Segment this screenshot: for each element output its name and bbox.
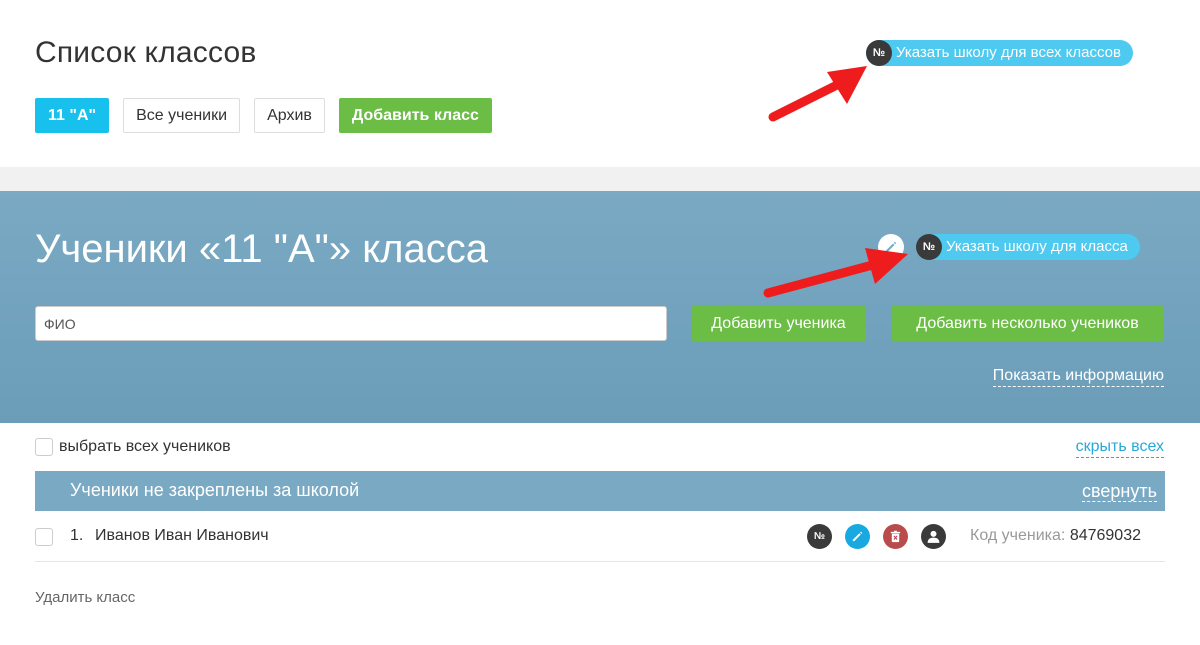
assign-school-student-button[interactable]: № <box>807 524 832 549</box>
user-icon <box>927 530 940 543</box>
student-code-value: 84769032 <box>1069 527 1141 544</box>
number-sign-icon: № <box>813 531 826 542</box>
student-profile-button[interactable] <box>921 524 946 549</box>
unassigned-group-header: Ученики не закреплены за школой свернуть <box>35 471 1165 511</box>
class-students-card: Ученики «11 "А"» класса № Указать школу … <box>0 191 1200 645</box>
class-list-card: Список классов 11 "А" Все ученики Архив … <box>0 0 1200 167</box>
add-multiple-students-button[interactable]: Добавить несколько учеников <box>891 306 1164 341</box>
class-tabs: 11 "А" Все ученики Архив Добавить класс <box>35 98 506 133</box>
tab-all-students[interactable]: Все ученики <box>123 98 241 133</box>
collapse-group-link[interactable]: свернуть <box>1082 481 1157 502</box>
select-all-checkbox[interactable] <box>35 438 53 456</box>
student-code-label: Код ученика: <box>970 527 1066 544</box>
select-all-label: выбрать всех учеников <box>59 438 231 455</box>
group-title: Ученики не закреплены за школой <box>70 480 360 500</box>
add-class-button[interactable]: Добавить класс <box>338 98 492 133</box>
class-header-panel: Ученики «11 "А"» класса № Указать школу … <box>0 191 1200 423</box>
edit-student-button[interactable] <box>845 524 870 549</box>
red-arrow-annotation-top <box>768 66 867 122</box>
show-info-link[interactable]: Показать информацию <box>992 366 1164 387</box>
delete-student-button[interactable] <box>883 524 908 549</box>
hide-all-link[interactable]: скрыть всех <box>1075 437 1164 458</box>
add-student-button[interactable]: Добавить ученика <box>691 306 866 341</box>
class-title: Ученики «11 "А"» класса <box>35 227 488 271</box>
assign-school-all-label: Указать школу для всех классов <box>896 44 1121 61</box>
student-name: Иванов Иван Иванович <box>95 527 269 544</box>
red-arrow-annotation-middle <box>763 248 908 298</box>
pencil-icon <box>852 531 863 542</box>
tab-class-11a[interactable]: 11 "А" <box>35 98 110 133</box>
student-checkbox[interactable] <box>35 528 53 546</box>
fio-input[interactable] <box>35 306 667 341</box>
assign-school-class-label: Указать школу для класса <box>946 238 1128 255</box>
trash-icon <box>890 530 901 543</box>
table-row: 1. Иванов Иван Иванович № Код ученика: 8… <box>35 512 1165 562</box>
student-number: 1. <box>70 527 84 544</box>
delete-class-link[interactable]: Удалить класс <box>35 589 135 606</box>
page-title: Список классов <box>35 36 257 69</box>
assign-school-all-classes-button[interactable]: № Указать школу для всех классов <box>866 40 1133 66</box>
student-code: Код ученика: 84769032 <box>970 527 1141 545</box>
tab-archive[interactable]: Архив <box>254 98 325 133</box>
assign-school-class-button[interactable]: № Указать школу для класса <box>916 234 1140 260</box>
select-all-students[interactable]: выбрать всех учеников <box>35 438 231 456</box>
